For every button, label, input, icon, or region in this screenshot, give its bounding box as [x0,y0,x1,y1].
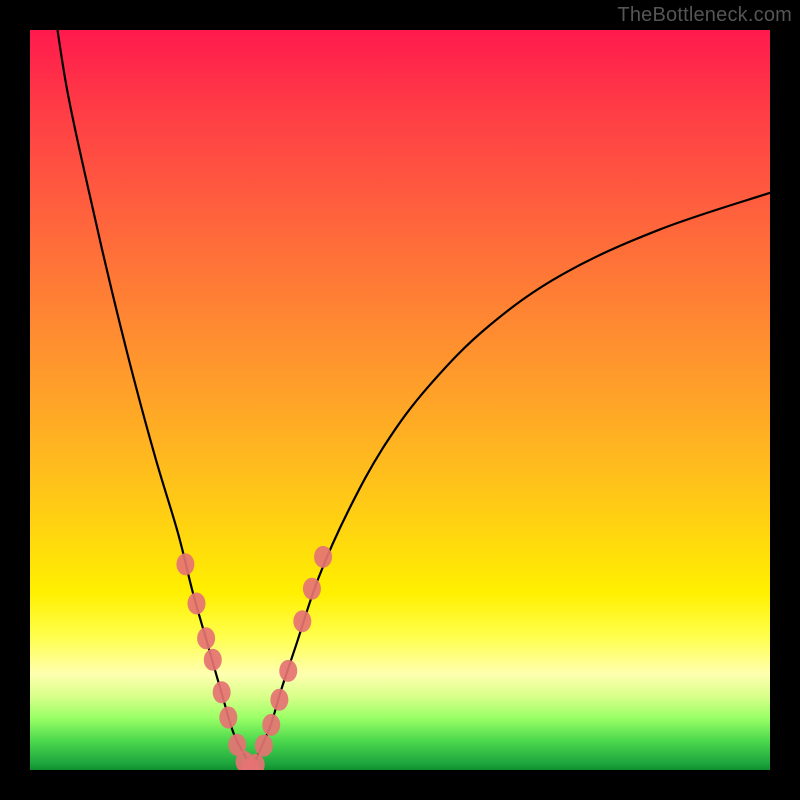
marker-point [188,593,206,615]
curve-left [52,30,252,770]
marker-point [219,706,237,728]
marker-point [197,627,215,649]
bottleneck-curve-chart [30,30,770,770]
marker-point [204,649,222,671]
marker-point [213,681,231,703]
marker-point [262,714,280,736]
curve-right [252,193,770,770]
watermark-text: TheBottleneck.com [617,4,792,27]
marker-point [176,553,194,575]
marker-point [293,610,311,632]
marker-point [303,578,321,600]
markers-right [247,546,332,770]
marker-point [314,546,332,568]
chart-frame: TheBottleneck.com [0,0,800,800]
marker-point [255,735,273,757]
marker-point [279,660,297,682]
marker-point [270,689,288,711]
plot-area [30,30,770,770]
markers-left [176,553,259,770]
